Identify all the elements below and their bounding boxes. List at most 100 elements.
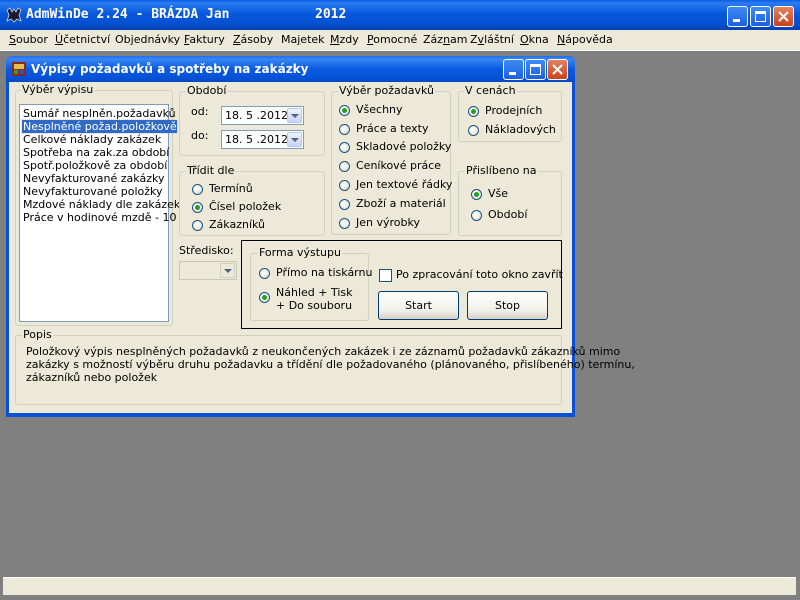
minimize-icon [733, 19, 740, 22]
app-year: 2012 [315, 7, 347, 22]
report-list-item[interactable]: Nevyfakturované položky [22, 185, 163, 198]
forma-option-printer[interactable]: Přímo na tiskárnu [276, 266, 372, 279]
date-to-picker[interactable]: 18. 5 .2012 [221, 130, 304, 149]
close-after-checkbox[interactable] [379, 269, 392, 282]
prisl-group [458, 171, 562, 236]
pozadavky-option-label[interactable]: Zboží a materiál [356, 197, 446, 210]
ceny-radio-1[interactable] [468, 125, 479, 136]
forma-radio-preview[interactable] [259, 292, 270, 303]
forma-label: Forma výstupu [258, 246, 342, 259]
menu-8[interactable]: Záznam [423, 33, 468, 46]
window-icon[interactable] [12, 62, 26, 76]
prisl-radio-1[interactable] [471, 210, 482, 221]
date-from-picker[interactable]: 18. 5 .2012 [221, 106, 304, 125]
menu-3[interactable]: Faktury [184, 33, 225, 46]
report-list-item[interactable]: Nevyfakturované zakázky [22, 172, 164, 185]
maximize-button[interactable] [750, 6, 771, 27]
tridit-radio-0[interactable] [192, 184, 203, 195]
date-to-value: 18. 5 .2012 [225, 133, 288, 146]
tridit-option-label[interactable]: Čísel položek [209, 200, 281, 213]
popis-label: Popis [22, 328, 53, 341]
chevron-down-icon[interactable] [287, 132, 302, 147]
menu-2[interactable]: Objednávky [115, 33, 180, 46]
forma-option-preview-line2[interactable]: + Do souboru [276, 299, 352, 312]
tridit-radio-1[interactable] [192, 202, 203, 213]
pozadavky-radio-4[interactable] [339, 180, 350, 191]
status-bar [3, 577, 796, 595]
date-to-label: do: [191, 129, 209, 142]
popis-line-2: zakázky s možností výběru druhu požadavk… [26, 358, 635, 371]
ceny-option-label[interactable]: Prodejních [485, 104, 542, 117]
window-minimize-button[interactable] [503, 59, 524, 80]
tridit-option-label[interactable]: Termínů [209, 182, 253, 195]
menu-1[interactable]: Účetnictví [55, 33, 110, 46]
report-list-item[interactable]: Sumář nesplněn.požadavků [22, 107, 176, 120]
pozadavky-radio-6[interactable] [339, 218, 350, 229]
report-list-item[interactable]: Celkové náklady zakázek [22, 133, 161, 146]
tridit-radio-2[interactable] [192, 220, 203, 231]
stop-button-label: Stop [494, 299, 520, 312]
pozadavky-radio-3[interactable] [339, 161, 350, 172]
date-from-label: od: [191, 105, 209, 118]
vyber-pozadavku-label: Výběr požadavků [338, 84, 435, 97]
start-button-label: Start [405, 299, 432, 312]
prisl-option-label[interactable]: Vše [488, 187, 508, 200]
minimize-button[interactable] [727, 6, 748, 27]
maximize-icon [530, 64, 541, 75]
window-close-button[interactable] [547, 59, 568, 80]
forma-option-preview-line1[interactable]: Náhled + Tisk [276, 286, 353, 299]
date-from-value: 18. 5 .2012 [225, 109, 288, 122]
pozadavky-option-label[interactable]: Ceníkové práce [356, 159, 441, 172]
forma-radio-printer[interactable] [259, 268, 270, 279]
tridit-label: Třídit dle [186, 164, 236, 177]
pozadavky-radio-2[interactable] [339, 142, 350, 153]
app-title: AdmWinDe 2.24 - BRÁZDA Jan [26, 7, 230, 22]
chevron-down-icon[interactable] [287, 108, 302, 123]
window-maximize-button[interactable] [525, 59, 546, 80]
prisl-label: Přislíbeno na [465, 164, 538, 177]
menu-11[interactable]: Nápověda [557, 33, 613, 46]
report-list-item[interactable]: Nesplněné požad.položkově [21, 119, 178, 134]
menu-7[interactable]: Pomocné [367, 33, 417, 46]
stop-button[interactable]: Stop [467, 291, 548, 320]
start-button[interactable]: Start [378, 291, 459, 320]
stredisko-label: Středisko: [179, 244, 234, 257]
pozadavky-option-label[interactable]: Práce a texty [356, 122, 428, 135]
pozadavky-radio-0[interactable] [339, 105, 350, 116]
close-button[interactable] [773, 6, 794, 27]
close-after-label[interactable]: Po zpracování toto okno zavřít [396, 268, 563, 281]
v-cenach-label: V cenách [464, 84, 517, 97]
menu-10[interactable]: Okna [520, 33, 549, 46]
window-title: Výpisy požadavků a spotřeby na zakázky [31, 62, 309, 76]
ceny-option-label[interactable]: Nákladových [485, 123, 556, 136]
pozadavky-option-label[interactable]: Jen výrobky [356, 216, 420, 229]
obdobi-label: Období [186, 84, 228, 97]
minimize-icon [509, 72, 516, 75]
report-list-item[interactable]: Spotř.položkově za období [22, 159, 167, 172]
report-list-item[interactable]: Mzdové náklady dle zakázek [22, 198, 180, 211]
prisl-option-label[interactable]: Období [488, 208, 527, 221]
chevron-down-icon[interactable] [220, 263, 235, 278]
ceny-radio-0[interactable] [468, 106, 479, 117]
report-listbox[interactable]: Sumář nesplněn.požadavků Nesplněné požad.… [19, 104, 180, 322]
pozadavky-radio-5[interactable] [339, 199, 350, 210]
menu-0[interactable]: Soubor [9, 33, 48, 46]
prisl-radio-0[interactable] [471, 189, 482, 200]
menu-5[interactable]: Majetek [281, 33, 325, 46]
app-icon[interactable] [6, 7, 22, 23]
pozadavky-option-label[interactable]: Jen textové řádky [356, 178, 452, 191]
menu-4[interactable]: Zásoby [233, 33, 273, 46]
tridit-option-label[interactable]: Zákazníků [209, 218, 265, 231]
close-icon [778, 11, 789, 22]
vyber-vypisu-label: Výběr výpisu [21, 83, 95, 96]
pozadavky-option-label[interactable]: Skladové položky [356, 140, 451, 153]
menu-9[interactable]: Zvláštní [470, 33, 514, 46]
pozadavky-option-label[interactable]: Všechny [356, 103, 403, 116]
close-icon [552, 64, 563, 75]
report-list-item[interactable]: Spotřeba na zak.za období [22, 146, 169, 159]
stredisko-select[interactable] [179, 261, 237, 280]
report-list-item[interactable]: Práce v hodinové mzdě - 10 [22, 211, 176, 224]
pozadavky-radio-1[interactable] [339, 124, 350, 135]
maximize-icon [755, 11, 766, 22]
menu-6[interactable]: Mzdy [330, 33, 359, 46]
